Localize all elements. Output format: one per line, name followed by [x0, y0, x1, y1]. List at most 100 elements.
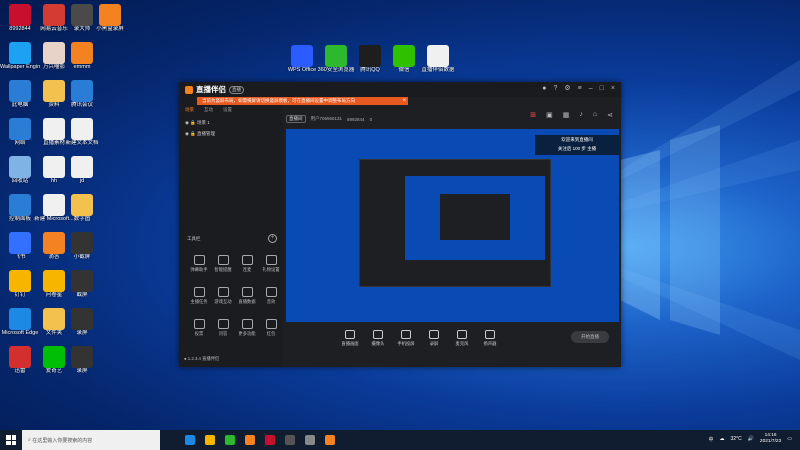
desktop-icon[interactable]: 录屏: [62, 346, 102, 375]
notice-banner: 当前为竖屏布局，如需横屏请切换竖屏模板，可在直播间设置中调整布局方向 ×: [197, 97, 408, 105]
desktop-icon-label: 录屏: [76, 330, 88, 336]
app-icon: [71, 232, 93, 254]
app-icon: [71, 308, 93, 330]
desktop-icon-label: 小黑盒录屏: [96, 26, 124, 32]
control-button[interactable]: 手机投屏: [392, 329, 420, 347]
app-icon: [71, 270, 93, 292]
desktop-icon[interactable]: 小截屏: [62, 232, 102, 261]
temperature[interactable]: 32°C: [731, 436, 742, 442]
taskbar-app-icon[interactable]: [265, 435, 275, 445]
tool-icon: [241, 287, 253, 297]
control-icon: [485, 329, 495, 339]
viewer-count: 0: [369, 116, 373, 122]
tool-icon: [217, 287, 229, 297]
desktop-icon[interactable]: 录屏: [62, 308, 102, 337]
notification-icon[interactable]: ▭: [787, 436, 792, 442]
scene-item[interactable]: ◉ 🔒 直播管理: [185, 128, 215, 139]
menu-icon[interactable]: ≡: [578, 85, 582, 93]
tool-label: 红包: [266, 331, 276, 336]
control-button[interactable]: 摄像头: [364, 329, 392, 347]
desktop-icon-label: emmm: [73, 64, 91, 70]
volume-icon[interactable]: 🔊: [748, 436, 754, 442]
desktop-icon[interactable]: jd: [62, 156, 102, 185]
system-tray: 中 ☁ 32°C 🔊 14:16 2021/7/23 ▭: [709, 433, 793, 445]
app-icon: [427, 45, 449, 67]
app-icon: [325, 45, 347, 67]
taskbar-app-icon[interactable]: [185, 435, 195, 445]
tool-button[interactable]: 礼物设置: [257, 255, 285, 273]
tool-label: 主播任务: [190, 299, 208, 304]
taskbar-app-icon[interactable]: [285, 435, 295, 445]
taskbar: ⌕ 在这里输入你要搜索的内容 中 ☁ 32°C 🔊 14:16 2021/7/2…: [0, 430, 800, 450]
tool-label: 智能提醒: [214, 267, 232, 272]
desktop-icon[interactable]: 小黑盒录屏: [90, 4, 130, 33]
settings-icon[interactable]: ⚙: [564, 85, 570, 93]
control-button[interactable]: 直播画面: [336, 329, 364, 347]
app-icon: [291, 45, 313, 67]
app-icon: [99, 4, 121, 26]
app-icon: [9, 232, 31, 254]
left-tabs: 场景 互动 设置: [185, 107, 232, 113]
desktop-icon[interactable]: 截屏: [62, 270, 102, 299]
tool-label: 弹幕助手: [190, 267, 208, 272]
live-companion-window: 直播伴侣 直播 ● ? ⚙ ≡ – □ × 场景 互动 设置 ◉ 🔒 场景 1 …: [179, 82, 621, 367]
close-icon[interactable]: ×: [611, 85, 615, 93]
scene-item[interactable]: ◉ 🔒 场景 1: [185, 117, 215, 128]
tool-icon: [193, 287, 205, 297]
start-live-button[interactable]: 开始直播: [571, 331, 609, 343]
taskbar-search-input[interactable]: ⌕ 在这里输入你要搜索的内容: [22, 430, 160, 450]
clock[interactable]: 14:16 2021/7/23: [760, 433, 781, 445]
desktop-icon[interactable]: 新建文本文档: [62, 118, 102, 147]
taskbar-app-icon[interactable]: [325, 435, 335, 445]
live-preview[interactable]: 欢迎来到直播间 关注后 100 步 主播: [286, 129, 619, 322]
tool-button[interactable]: 音效: [257, 287, 285, 305]
tool-icon: [241, 255, 253, 265]
taskbar-app-icon[interactable]: [225, 435, 235, 445]
taskbar-app-icon[interactable]: [245, 435, 255, 445]
tab-settings[interactable]: 设置: [223, 107, 232, 113]
tab-interact[interactable]: 互动: [204, 107, 213, 113]
weather-icon[interactable]: ☁: [720, 436, 725, 442]
app-icon: [71, 346, 93, 368]
control-icon: [373, 329, 383, 339]
control-button[interactable]: 录屏: [420, 329, 448, 347]
control-button[interactable]: 扬声器: [476, 329, 504, 347]
taskbar-app-icon[interactable]: [205, 435, 215, 445]
control-icon: [345, 329, 355, 339]
desktop-icon[interactable]: 腾讯会议: [62, 80, 102, 109]
minimize-icon[interactable]: –: [589, 85, 593, 93]
left-footer: ● 1.2.3.4 直播伴侣: [184, 356, 220, 361]
user-name: 用户706566131: [310, 116, 343, 121]
tool-label: 游戏互动: [214, 299, 232, 304]
live-room-button[interactable]: 直播间: [286, 115, 306, 123]
tool-label: 更多功能: [238, 331, 256, 336]
desktop-icon[interactable]: 直播伴侣数据: [418, 45, 458, 74]
avatar[interactable]: ●: [542, 85, 546, 93]
control-label: 手机投屏: [397, 340, 415, 346]
user-id: 8992844: [347, 116, 365, 122]
add-tool-button[interactable]: +: [268, 234, 277, 243]
scene-list: ◉ 🔒 场景 1 ◉ 🔒 直播管理: [185, 117, 215, 139]
tab-scene[interactable]: 场景: [185, 107, 194, 113]
tool-button[interactable]: 红包: [257, 319, 285, 337]
pinned-apps: [180, 435, 340, 445]
app-icon: [359, 45, 381, 67]
desktop-icon[interactable]: emmm: [62, 42, 102, 71]
app-icon: [9, 270, 31, 292]
maximize-icon[interactable]: □: [600, 85, 604, 93]
tool-icon: [265, 287, 277, 297]
windows-start-icon[interactable]: [6, 435, 16, 445]
help-icon[interactable]: ?: [553, 85, 557, 93]
control-button[interactable]: 麦克风: [448, 329, 476, 347]
taskbar-app-icon[interactable]: [305, 435, 315, 445]
app-icon: [9, 194, 31, 216]
notice-close-icon[interactable]: ×: [402, 97, 406, 105]
desktop-icon[interactable]: 数字图: [62, 194, 102, 223]
left-panel: 场景 互动 设置 ◉ 🔒 场景 1 ◉ 🔒 直播管理 工具栏 + 弹幕助手 智能提…: [179, 97, 283, 367]
app-icon: [9, 42, 31, 64]
tool-icon: [193, 255, 205, 265]
control-icon: [457, 329, 467, 339]
app-badge: 直播: [229, 85, 244, 94]
ime-indicator[interactable]: 中: [709, 436, 714, 443]
control-buttons: 直播画面 摄像头 手机投屏 录屏 麦克风 扬声器: [336, 329, 504, 347]
